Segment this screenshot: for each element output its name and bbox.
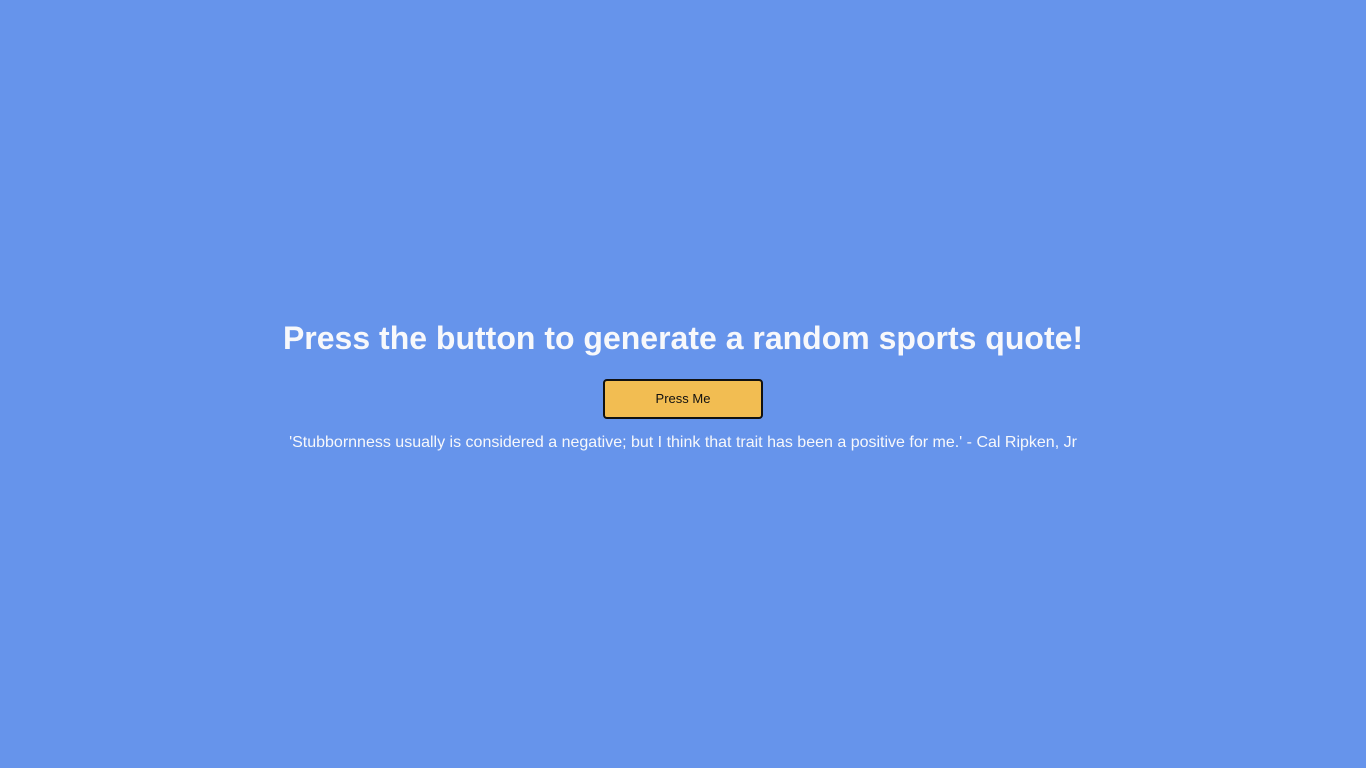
quote-text: 'Stubbornness usually is considered a ne…: [289, 434, 1077, 451]
page-content: Press the button to generate a random sp…: [0, 0, 1366, 768]
page-title: Press the button to generate a random sp…: [282, 320, 1084, 356]
press-me-button[interactable]: Press Me: [603, 379, 763, 419]
